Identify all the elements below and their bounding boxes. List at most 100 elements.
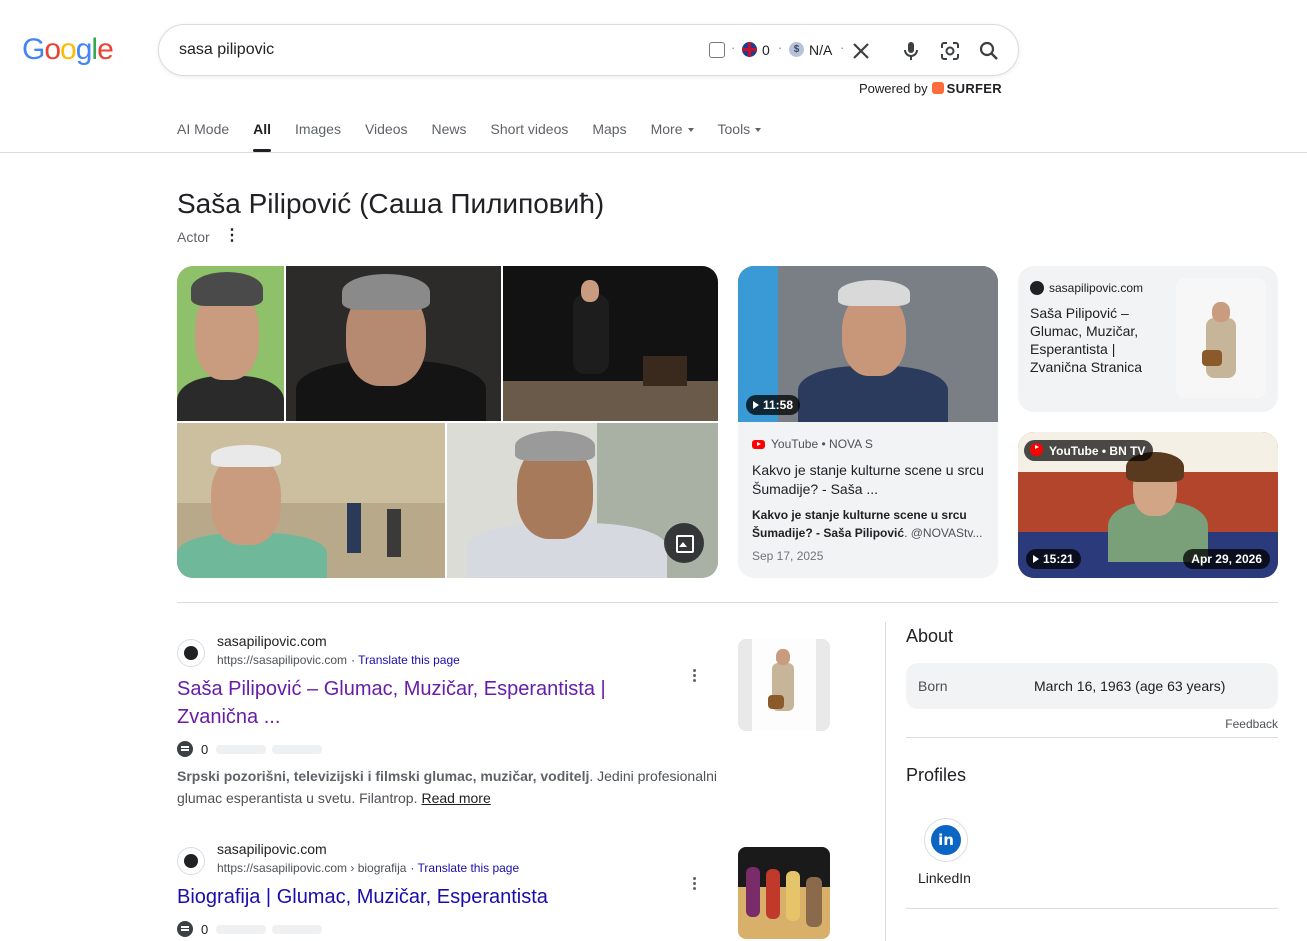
linkedin-label[interactable]: LinkedIn (918, 870, 971, 886)
video-card-nova-s[interactable]: 11:58 YouTube • NOVA S Kakvo je stanje k… (738, 266, 998, 578)
translate-link[interactable]: · Translate this page (410, 861, 519, 875)
video-title[interactable]: Kakvo je stanje kulturne scene u srcu Šu… (752, 461, 984, 499)
read-more-link[interactable]: Read more (421, 790, 490, 806)
google-logo[interactable]: Google (22, 33, 114, 67)
comment-icon (177, 921, 193, 937)
site-card[interactable]: sasapilipovic.com Saša Pilipović – Gluma… (1018, 266, 1278, 412)
photo-portrait-green[interactable] (177, 266, 284, 421)
clear-icon[interactable] (849, 39, 873, 63)
photo-stage[interactable] (503, 266, 718, 421)
photo-portrait-dark[interactable] (286, 266, 501, 421)
feedback-link[interactable]: Feedback (1225, 717, 1278, 731)
more-options-icon[interactable]: ⋮ (224, 228, 240, 244)
search-icon[interactable] (977, 39, 1001, 63)
loading-placeholder (272, 925, 323, 934)
image-search-icon[interactable] (664, 523, 704, 563)
result-thumbnail[interactable] (738, 847, 830, 939)
duration-text: 11:58 (763, 398, 794, 412)
video-card-bn-tv[interactable]: YouTube • BN TV 15:21 Apr 29, 2026 (1018, 432, 1278, 578)
entity-subtitle: Actor (177, 229, 210, 245)
surfer-logo-icon (931, 82, 944, 94)
video-source-text: YouTube • NOVA S (771, 437, 873, 451)
tab-news[interactable]: News (432, 121, 467, 152)
panel-divider (906, 908, 1278, 909)
tab-more[interactable]: More (651, 121, 694, 152)
photo-wall-selfie[interactable] (177, 423, 445, 578)
tab-more-label: More (650, 121, 683, 137)
tab-short-videos[interactable]: Short videos (491, 121, 569, 152)
result-url: https://sasapilipovic.com › biografija · … (217, 861, 519, 875)
tab-tools[interactable]: Tools (718, 121, 762, 152)
entity-title: Saša Pilipović (Саша Пилиповић) (177, 188, 605, 219)
duration-text: 15:21 (1043, 552, 1074, 566)
tab-tools-label: Tools (717, 121, 751, 137)
result-snippet: Srpski pozorišni, televizijski i filmski… (177, 765, 722, 809)
result-title[interactable]: Biografija | Glumac, Muzičar, Esperantis… (177, 883, 657, 911)
extension-value: N/A (809, 42, 833, 58)
snippet-bold: Srpski pozorišni, televizijski i filmski… (177, 768, 590, 784)
result-url: https://sasapilipovic.com · Translate thi… (217, 653, 460, 667)
loading-placeholder (216, 925, 267, 934)
powered-by: Powered by SURFER (859, 81, 1002, 96)
extension-checkbox[interactable] (709, 42, 725, 58)
surfer-brand: SURFER (946, 81, 1002, 96)
site-favicon (177, 639, 205, 667)
site-name: sasapilipovic.com (1049, 281, 1144, 295)
linkedin-profile-button[interactable]: in (924, 818, 968, 862)
translate-link[interactable]: · Translate this page (351, 653, 460, 667)
separator-dot: · (778, 40, 783, 55)
site-favicon (177, 847, 205, 875)
result-title[interactable]: Saša Pilipović – Glumac, Muzičar, Espera… (177, 675, 657, 731)
separator-dot: · (731, 40, 736, 55)
uk-flag-icon (742, 42, 757, 57)
result-url-text: https://sasapilipovic.com (217, 653, 348, 667)
profiles-heading: Profiles (906, 765, 967, 785)
video-description: Kakvo je stanje kulturne scene u srcu Šu… (752, 506, 984, 542)
video2-source: YouTube • BN TV (1024, 440, 1154, 461)
lens-icon[interactable] (938, 39, 962, 63)
comment-count: 0 (201, 742, 209, 757)
result-url-text: https://sasapilipovic.com › biografija (217, 861, 407, 875)
born-value: March 16, 1963 (age 63 years) (1034, 678, 1226, 694)
video2-duration: 15:21 (1026, 549, 1081, 569)
result-more-icon[interactable] (693, 877, 697, 892)
search-tabs: AI Mode All Images Videos News Short vid… (177, 121, 785, 153)
result-meta: 0 (177, 741, 323, 757)
tabs-divider (0, 152, 1307, 153)
search-input[interactable]: sasa pilipovic (179, 41, 274, 59)
site-favicon (1030, 281, 1044, 295)
tab-videos[interactable]: Videos (365, 121, 408, 152)
born-fact[interactable]: Born March 16, 1963 (age 63 years) (906, 663, 1278, 709)
search-box[interactable]: sasa pilipovic · 0 · $ N/A · (158, 24, 1019, 76)
powered-prefix: Powered by (859, 81, 928, 96)
extension-count: 0 (762, 42, 770, 58)
section-divider (177, 602, 1278, 603)
microphone-icon[interactable] (899, 39, 923, 63)
video-desc-rest: . @NOVAStv... (904, 526, 983, 540)
comment-icon (177, 741, 193, 757)
play-icon (1033, 555, 1039, 563)
chevron-down-icon (755, 128, 762, 133)
result-site-name: sasapilipovic.com (217, 633, 327, 649)
result-site-name: sasapilipovic.com (217, 841, 327, 857)
loading-placeholder (272, 745, 323, 754)
tab-maps[interactable]: Maps (592, 121, 626, 152)
about-heading: About (906, 626, 954, 646)
tab-all[interactable]: All (253, 121, 271, 152)
comment-count: 0 (201, 922, 209, 937)
tab-images[interactable]: Images (295, 121, 341, 152)
chevron-down-icon (687, 128, 694, 133)
tab-ai-mode[interactable]: AI Mode (177, 121, 229, 152)
linkedin-icon: in (931, 825, 961, 855)
video-thumbnail[interactable]: 11:58 (738, 266, 998, 422)
separator-dot: · (840, 40, 845, 55)
site-card-image[interactable] (1176, 278, 1266, 398)
play-icon (753, 401, 759, 409)
dollar-icon: $ (789, 42, 804, 57)
loading-placeholder (216, 745, 267, 754)
result-thumbnail[interactable] (738, 639, 830, 731)
site-card-title[interactable]: Saša Pilipović – Glumac, Muzičar, Espera… (1030, 304, 1170, 376)
result-more-icon[interactable] (693, 669, 697, 684)
born-label: Born (918, 678, 948, 694)
image-collage[interactable] (177, 266, 718, 578)
